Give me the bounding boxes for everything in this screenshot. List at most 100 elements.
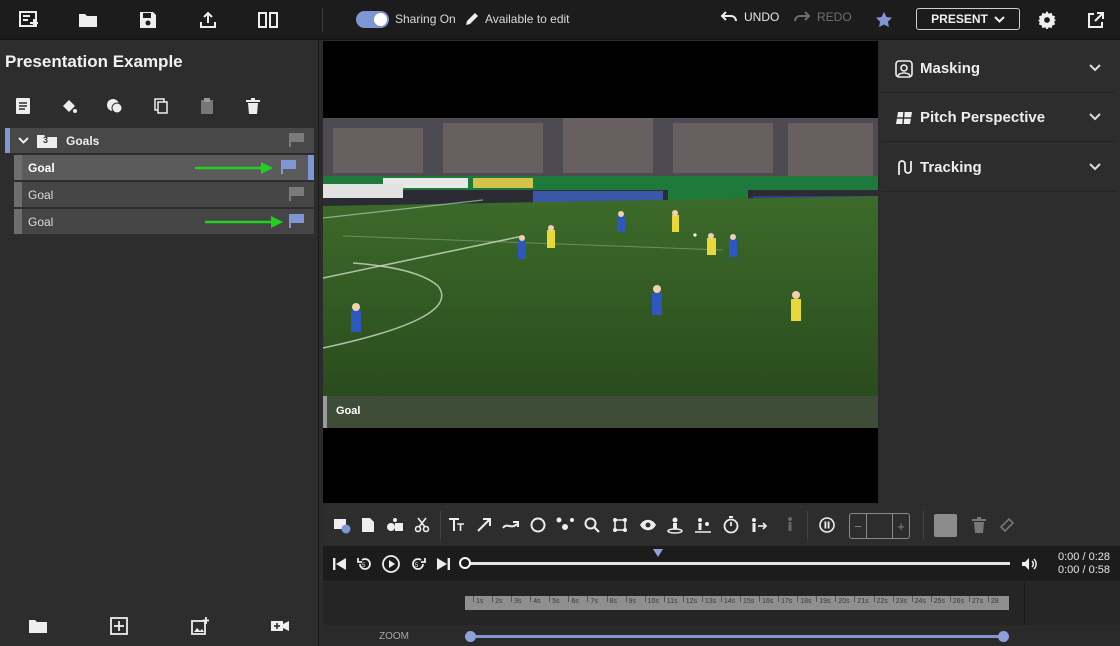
flag-icon[interactable] [289,214,305,228]
add-video-icon[interactable] [268,614,292,638]
tick-label: 9s [628,598,636,605]
player-link-icon[interactable] [555,515,575,535]
panel-pitch-perspective[interactable]: Pitch Perspective [881,94,1115,142]
seek-bar[interactable] [465,562,1010,565]
copy-icon[interactable] [150,95,172,117]
pitch-icon [896,111,912,124]
zoom-start-handle[interactable] [465,631,476,642]
seek-thumb[interactable] [459,557,471,569]
tick-line [949,596,951,602]
rewind-icon[interactable]: 5 [356,555,374,573]
flag-icon[interactable] [281,160,297,174]
tick-line [797,596,799,602]
panel-tracking[interactable]: Tracking [881,144,1115,192]
volume-icon[interactable] [1020,555,1038,573]
tick-line [778,596,780,602]
tick-label: 16s [762,598,774,605]
chevron-down-icon [1089,64,1101,72]
timeline-ruler[interactable]: 1s 2s 3s 4s 5s 6s 7s 8s 9s 10s 11s 12s 13s 14s 15s 16s 1… [465,596,1009,610]
tick-line [720,596,722,602]
clip-item[interactable]: Goal [14,182,314,207]
zoom-end-handle[interactable] [998,631,1009,642]
minus-icon[interactable]: − [850,519,866,534]
panel-label: Masking [920,60,981,77]
arrow-tool-icon[interactable] [474,515,494,535]
tick-label: 4s [533,598,541,605]
player-move-icon[interactable] [749,515,769,535]
clip-badge-icon[interactable] [332,515,352,535]
share-upload-icon[interactable] [195,7,221,33]
shapes-icon[interactable] [385,515,405,535]
eye-icon[interactable] [638,515,658,535]
clip-caption-overlay: Goal [323,396,878,428]
mask-icon [895,59,913,78]
add-clip-icon[interactable] [107,614,131,638]
tick-label: 7s [590,598,598,605]
skip-back-icon[interactable] [331,555,349,573]
skip-forward-icon[interactable] [434,555,452,573]
save-icon[interactable] [135,7,161,33]
app: Sharing On Available to edit UNDO REDO P… [0,0,1120,646]
clip-group-goals[interactable]: 3 Goals [5,128,314,153]
tick-label: 18s [800,598,812,605]
gear-icon[interactable] [1034,7,1060,33]
duration-input[interactable] [866,514,893,538]
playhead-marker-icon [653,549,663,557]
curved-arrow-icon[interactable] [501,515,521,535]
flag-icon[interactable] [289,187,305,201]
new-presentation-icon[interactable] [16,7,42,33]
open-folder-icon[interactable] [75,7,101,33]
circle-tool-icon[interactable] [528,515,548,535]
duration-stepper[interactable]: − + [849,513,910,539]
color-swatch[interactable] [934,514,957,537]
fast-forward-icon[interactable]: 5 [409,555,427,573]
redo-label: REDO [817,10,852,24]
tick-label: 26s [952,598,965,605]
tick-line [701,596,703,602]
clip-bar [14,182,22,207]
tracking-icon [898,159,912,175]
panel-masking[interactable]: Masking [881,45,1115,93]
sidebar-footer [0,611,319,641]
flag-icon[interactable] [289,133,305,147]
layers-icon[interactable] [104,95,126,117]
polygon-tool-icon[interactable] [610,515,630,535]
play-icon[interactable] [382,555,400,573]
tick-line [854,596,856,602]
present-button[interactable]: PRESENT [916,8,1020,30]
undo-button[interactable]: UNDO [720,10,779,24]
plus-icon[interactable]: + [893,519,909,534]
trash-icon[interactable] [242,95,264,117]
sharing-toggle[interactable] [356,11,389,28]
video-frame[interactable]: Goal [323,118,878,428]
scissors-icon[interactable] [412,515,432,535]
tick-label: 5s [552,598,560,605]
tick-label: 19s [819,598,831,605]
document-icon[interactable] [358,515,378,535]
clip-bar [14,209,22,234]
pause-icon[interactable] [817,515,837,535]
tick-line [644,596,646,602]
tick-line [987,596,989,602]
tick-label: 23s [895,598,907,605]
player-fade-icon [778,515,798,535]
redo-button[interactable]: REDO [793,10,852,24]
star-icon[interactable] [871,7,897,33]
split-view-icon[interactable] [255,7,281,33]
group-accent-bar [5,128,10,153]
chevron-down-icon[interactable] [18,137,29,144]
text-tool-icon[interactable] [447,515,467,535]
tick-label: 13s [704,598,717,605]
color-fill-icon[interactable] [58,95,80,117]
external-open-icon[interactable] [1082,7,1108,33]
tick-line [835,596,837,602]
notes-icon[interactable] [12,95,34,117]
spotlight-icon[interactable] [665,515,685,535]
add-image-icon[interactable] [188,614,212,638]
folder-icon[interactable] [26,614,50,638]
top-toolbar: Sharing On Available to edit UNDO REDO P… [0,0,1120,40]
magnify-icon[interactable] [582,515,602,535]
distance-icon[interactable] [693,515,713,535]
stopwatch-icon[interactable] [721,515,741,535]
zoom-range-track[interactable] [470,635,1003,638]
